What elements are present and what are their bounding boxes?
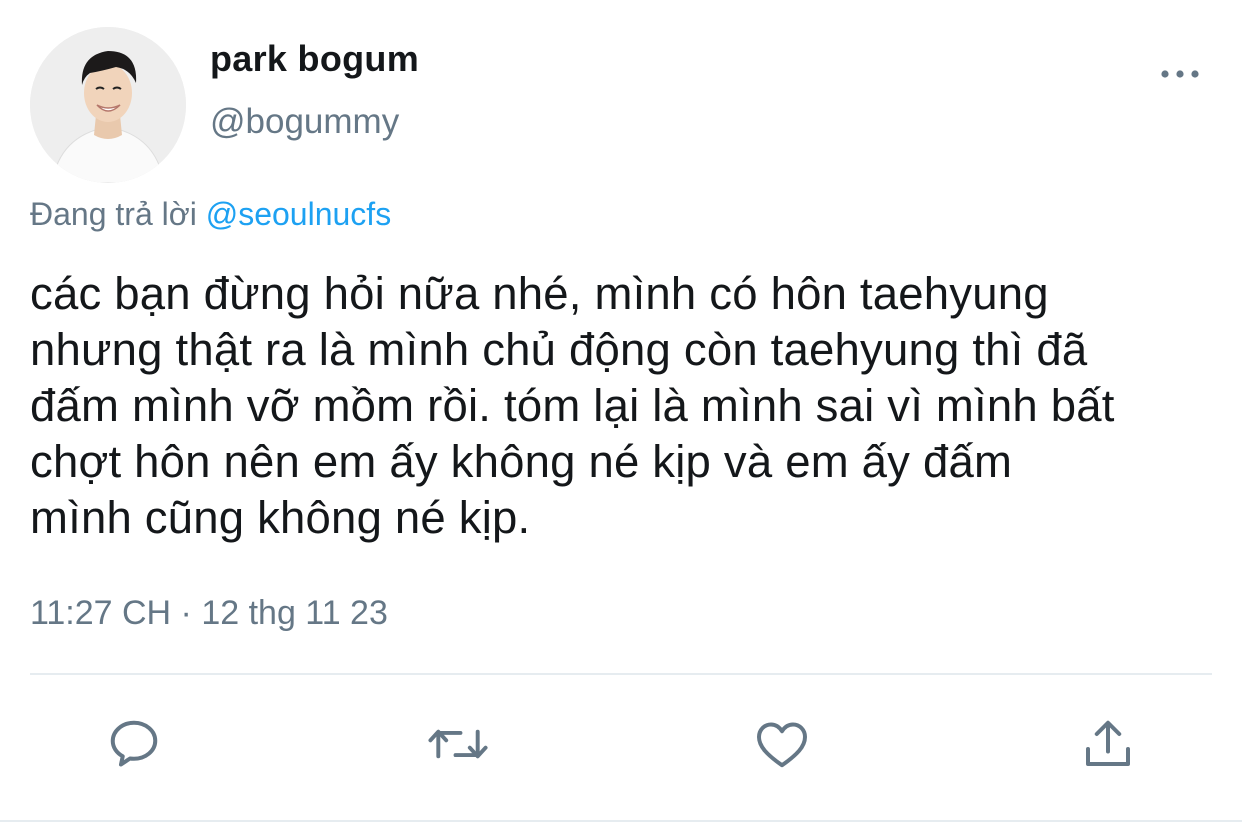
divider [30, 673, 1212, 675]
reply-button[interactable] [102, 712, 166, 776]
retweet-button[interactable] [426, 712, 490, 776]
username-handle[interactable]: @bogummy [210, 102, 399, 142]
replying-to-label: Đang trả lời [30, 196, 197, 232]
share-icon [1086, 720, 1130, 766]
tweet-text: các bạn đừng hỏi nữa nhé, mình có hôn ta… [30, 268, 1115, 543]
reply-mention-link[interactable]: @seoulnucfs [206, 196, 391, 232]
like-button[interactable] [750, 712, 814, 776]
more-dots-icon [1161, 70, 1199, 78]
more-options-button[interactable] [1150, 56, 1210, 92]
display-name[interactable]: park bogum [210, 38, 419, 80]
replying-to: Đang trả lời @seoulnucfs [30, 196, 391, 233]
like-icon [757, 722, 807, 768]
tweet-timestamp[interactable]: 11:27 CH · 12 thg 11 23 [30, 594, 388, 633]
bottom-divider [0, 820, 1242, 822]
reply-icon [110, 720, 158, 767]
retweet-icon [428, 729, 488, 759]
share-button[interactable] [1076, 712, 1140, 776]
avatar[interactable] [30, 27, 186, 183]
tweet-card: park bogum @bogummy Đang trả lời @seouln… [0, 0, 1242, 837]
